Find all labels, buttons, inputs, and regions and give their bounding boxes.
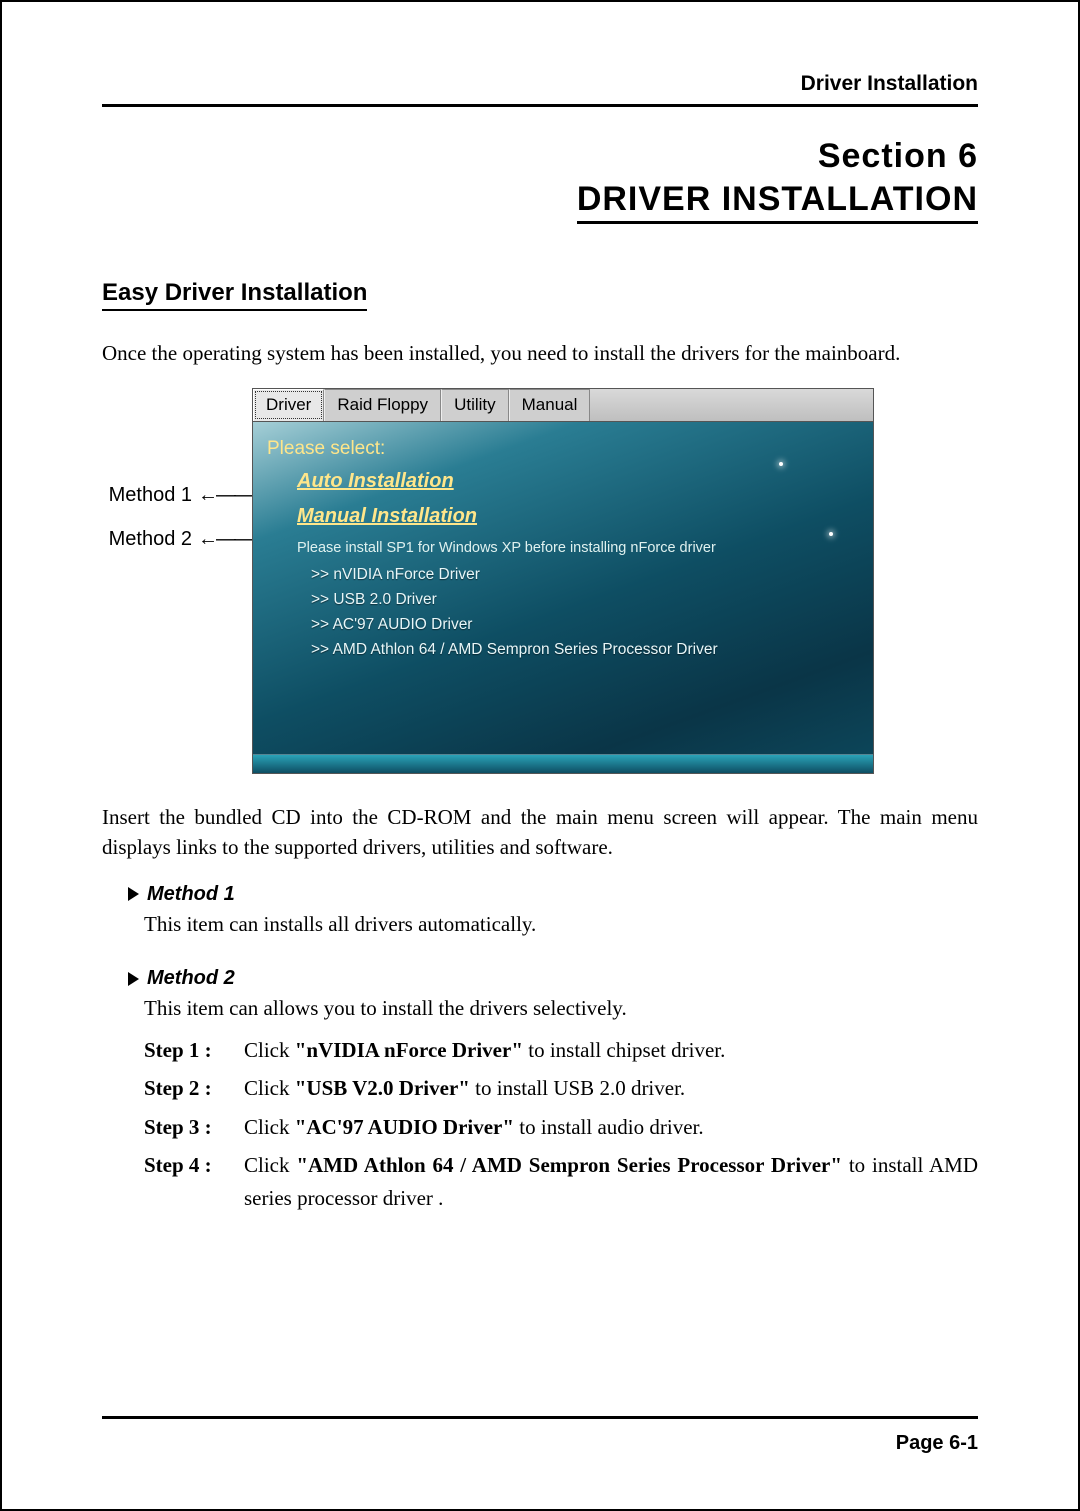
step-text: Click "AC'97 AUDIO Driver" to install au…	[244, 1111, 978, 1144]
auto-installation-link[interactable]: Auto Installation	[297, 470, 859, 493]
running-header: Driver Installation	[102, 72, 978, 107]
section-main-title: DRIVER INSTALLATION	[577, 180, 978, 224]
step-text: Click "USB V2.0 Driver" to install USB 2…	[244, 1072, 978, 1105]
step-text: Click "AMD Athlon 64 / AMD Sempron Serie…	[244, 1149, 978, 1214]
driver-link-amd[interactable]: AMD Athlon 64 / AMD Sempron Series Proce…	[311, 641, 859, 659]
step-label: Step 2 :	[144, 1072, 244, 1105]
driver-link-nvidia[interactable]: nVIDIA nForce Driver	[311, 566, 859, 584]
step-row: Step 1 : Click "nVIDIA nForce Driver" to…	[144, 1034, 978, 1067]
method-1-heading: Method 1	[128, 883, 978, 906]
subheading-easy-driver: Easy Driver Installation	[102, 279, 367, 311]
sp1-note: Please install SP1 for Windows XP before…	[297, 540, 859, 556]
method-2-label: Method 2	[147, 967, 235, 990]
step-row: Step 2 : Click "USB V2.0 Driver" to inst…	[144, 1072, 978, 1105]
installer-footer-bar	[253, 754, 873, 773]
please-select-label: Please select:	[267, 438, 859, 460]
driver-link-ac97[interactable]: AC'97 AUDIO Driver	[311, 616, 859, 634]
callout-method-2: Method 2	[109, 528, 192, 551]
installer-body: Please select: Auto Installation Manual …	[253, 422, 873, 754]
method-1-text: This item can installs all drivers autom…	[144, 910, 978, 939]
sparkle-icon	[779, 462, 783, 466]
tab-utility[interactable]: Utility	[441, 389, 509, 421]
step-label: Step 4 :	[144, 1149, 244, 1214]
intro-paragraph: Once the operating system has been insta…	[102, 341, 978, 366]
section-title: Section 6 DRIVER INSTALLATION	[102, 137, 978, 224]
footer-rule	[102, 1416, 978, 1419]
driver-link-usb[interactable]: USB 2.0 Driver	[311, 591, 859, 609]
page: Driver Installation Section 6 DRIVER INS…	[0, 0, 1080, 1511]
manual-installation-link[interactable]: Manual Installation	[297, 505, 859, 528]
callout-method-1: Method 1	[109, 484, 192, 507]
step-row: Step 3 : Click "AC'97 AUDIO Driver" to i…	[144, 1111, 978, 1144]
step-row: Step 4 : Click "AMD Athlon 64 / AMD Semp…	[144, 1149, 978, 1214]
step-label: Step 1 :	[144, 1034, 244, 1067]
installer-screenshot: Driver Raid Floppy Utility Manual Please…	[252, 388, 874, 774]
tab-manual[interactable]: Manual	[509, 389, 591, 421]
tab-raid-floppy[interactable]: Raid Floppy	[324, 389, 441, 421]
method-1-label: Method 1	[147, 883, 235, 906]
triangle-icon	[128, 972, 139, 986]
sparkle-icon	[829, 532, 833, 536]
method-2-text: This item can allows you to install the …	[144, 994, 978, 1023]
arrow-icon: ←——	[198, 484, 252, 507]
screenshot-area: Method 1 ←—— Method 2 ←—— Driver Raid Fl…	[102, 388, 978, 774]
section-number: Section 6	[102, 137, 978, 176]
method-2-heading: Method 2	[128, 967, 978, 990]
body-paragraph: Insert the bundled CD into the CD-ROM an…	[102, 802, 978, 863]
step-label: Step 3 :	[144, 1111, 244, 1144]
steps-list: Step 1 : Click "nVIDIA nForce Driver" to…	[144, 1034, 978, 1215]
tab-driver[interactable]: Driver	[253, 389, 324, 421]
method-callouts: Method 1 ←—— Method 2 ←——	[102, 388, 252, 561]
triangle-icon	[128, 887, 139, 901]
tab-bar: Driver Raid Floppy Utility Manual	[253, 389, 873, 422]
page-number: Page 6-1	[896, 1432, 978, 1455]
arrow-icon: ←——	[198, 528, 252, 551]
step-text: Click "nVIDIA nForce Driver" to install …	[244, 1034, 978, 1067]
